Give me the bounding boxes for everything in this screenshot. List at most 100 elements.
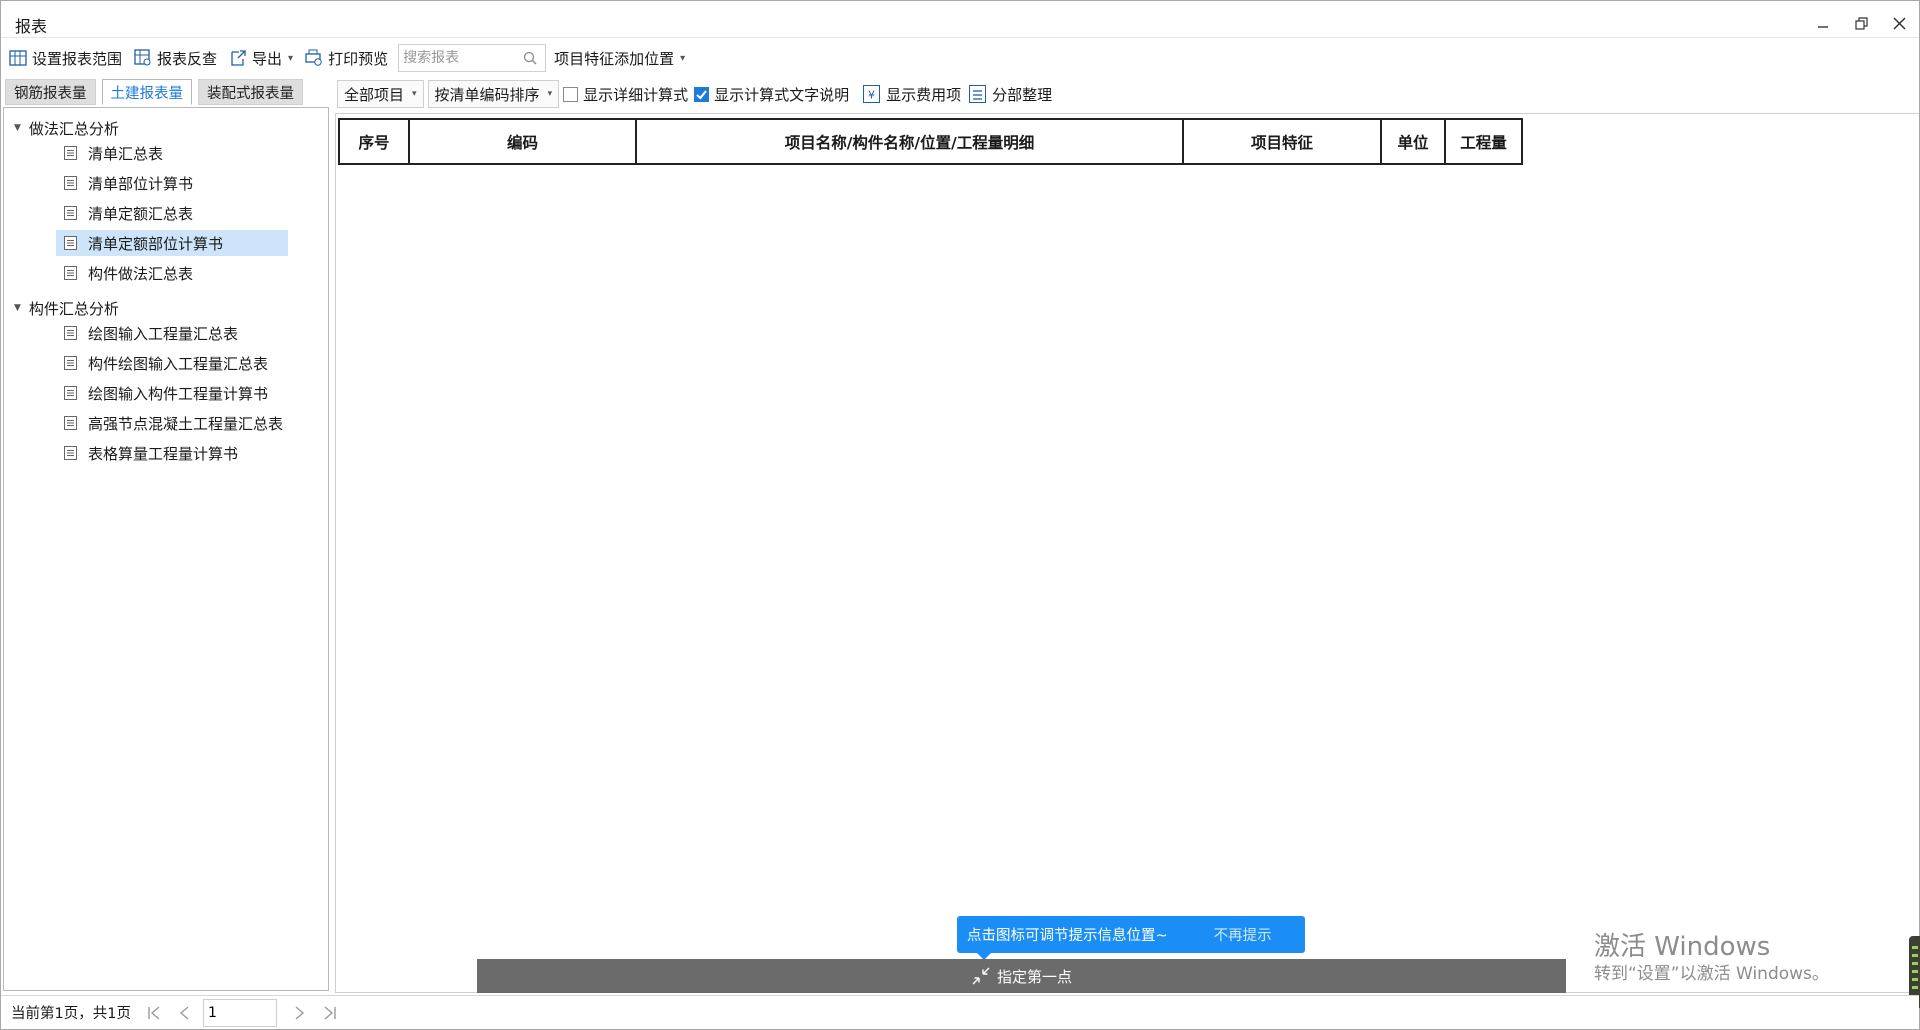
column-header-feature: 项目特征 — [1182, 118, 1382, 165]
restore-icon[interactable] — [1847, 11, 1875, 35]
status-bar: 当前第1页，共1页 — [1, 995, 1919, 1029]
checkbox-checked-icon[interactable] — [694, 86, 710, 102]
tree-item-report[interactable]: 清单定额汇总表 — [56, 200, 288, 226]
column-header-name: 项目名称/构件名称/位置/工程量明细 — [635, 118, 1184, 165]
tab-rebar-report[interactable]: 钢筋报表量 — [5, 79, 96, 105]
chevron-down-icon: ▾ — [680, 52, 686, 64]
next-page-icon[interactable] — [293, 1005, 307, 1021]
document-icon — [64, 416, 77, 430]
tree-group-component[interactable]: ▼ 构件汇总分析 — [14, 296, 119, 320]
title-bar: 报表 — [1, 1, 1919, 38]
tree-item-label: 构件绘图输入工程量汇总表 — [88, 354, 269, 373]
document-icon — [64, 446, 77, 460]
chevron-down-icon: ▾ — [288, 52, 294, 64]
page-info: 当前第1页，共1页 — [11, 1006, 131, 1022]
report-content-area: 序号 编码 项目名称/构件名称/位置/工程量明细 项目特征 单位 工程量 — [335, 113, 1919, 993]
column-header-quantity: 工程量 — [1444, 118, 1523, 165]
tree-item-label: 表格算量工程量计算书 — [88, 444, 239, 463]
tree-item-label: 绘图输入构件工程量计算书 — [88, 384, 269, 403]
first-page-icon[interactable] — [147, 1005, 161, 1021]
tree-item-label: 清单定额汇总表 — [88, 204, 194, 223]
tree-item-label: 清单定额部位计算书 — [88, 234, 224, 253]
set-report-range-button[interactable]: 设置报表范围 — [5, 44, 126, 72]
tree-item-label: 高强节点混凝土工程量汇总表 — [88, 414, 284, 433]
show-formula-text-label: 显示计算式文字说明 — [714, 85, 850, 104]
tree-item-report[interactable]: 清单汇总表 — [56, 140, 288, 166]
tree-item-label: 构件做法汇总表 — [88, 264, 194, 283]
document-icon — [64, 236, 77, 250]
chevron-down-icon: ▾ — [547, 89, 553, 99]
tree-item-report[interactable]: 表格算量工程量计算书 — [56, 440, 288, 466]
feature-position-label: 项目特征添加位置 — [554, 49, 675, 68]
column-header-code: 编码 — [408, 118, 637, 165]
tree-item-report[interactable]: 绘图输入构件工程量计算书 — [56, 380, 288, 406]
svg-text:¥: ¥ — [868, 89, 875, 102]
column-header-seq: 序号 — [338, 118, 410, 165]
tree-item-label: 清单部位计算书 — [88, 174, 194, 193]
document-icon — [64, 206, 77, 220]
sort-dropdown[interactable]: 按清单编码排序 ▾ — [427, 80, 560, 108]
last-page-icon[interactable] — [323, 1005, 337, 1021]
report-table: 序号 编码 项目名称/构件名称/位置/工程量明细 项目特征 单位 工程量 — [338, 118, 1523, 165]
show-formula-text-checkbox[interactable]: 显示计算式文字说明 — [694, 84, 849, 105]
tree-item-report[interactable]: 构件绘图输入工程量汇总表 — [56, 350, 288, 376]
tree-item-report[interactable]: 高强节点混凝土工程量汇总表 — [56, 410, 288, 436]
close-icon[interactable] — [1885, 11, 1913, 35]
report-window: 报表 设置报表范围 报表反查 导出 ▾ 打印预览 搜索报表 项目特征添加位置 ▾… — [0, 0, 1920, 1030]
grid-range-icon — [9, 50, 27, 66]
minimize-icon[interactable] — [1809, 11, 1837, 35]
export-button[interactable]: 导出 ▾ — [225, 44, 297, 72]
print-preview-label: 打印预览 — [328, 49, 389, 68]
show-fee-items-label: 显示费用项 — [886, 85, 962, 104]
tree-item-label: 清单汇总表 — [88, 144, 164, 163]
tree-item-report[interactable]: 构件做法汇总表 — [56, 260, 288, 286]
expand-triangle-icon[interactable]: ▼ — [14, 123, 21, 133]
print-preview-button[interactable]: 打印预览 — [301, 44, 392, 72]
expand-triangle-icon[interactable]: ▼ — [14, 303, 21, 313]
print-preview-icon — [305, 49, 322, 66]
pick-point-bar[interactable]: 指定第一点 — [477, 959, 1566, 993]
shrink-arrows-icon[interactable] — [971, 966, 991, 986]
feature-position-dropdown[interactable]: 项目特征添加位置 ▾ — [550, 44, 689, 72]
report-search-input[interactable] — [399, 46, 518, 70]
scope-value: 全部项目 — [344, 85, 405, 104]
hint-tooltip[interactable]: 点击图标可调节提示信息位置~ 不再提示 — [957, 916, 1305, 960]
report-search-box — [398, 44, 547, 72]
show-detail-formula-checkbox[interactable]: 显示详细计算式 — [563, 84, 688, 105]
report-reverse-check-button[interactable]: 报表反查 — [130, 44, 221, 72]
document-icon — [64, 326, 77, 340]
activation-watermark-title: 激活 Windows — [1594, 932, 1771, 962]
document-icon — [64, 356, 77, 370]
document-icon — [64, 146, 77, 160]
prev-page-icon[interactable] — [177, 1005, 191, 1021]
report-type-tabs: 钢筋报表量 土建报表量 装配式报表量 — [5, 79, 309, 107]
section-organize-icon — [969, 85, 987, 103]
document-icon — [64, 176, 77, 190]
tree-group-label: 做法汇总分析 — [28, 119, 119, 138]
tree-item-report[interactable]: 清单部位计算书 — [56, 170, 288, 196]
report-reverse-check-label: 报表反查 — [157, 49, 218, 68]
tree-item-report-selected[interactable]: 清单定额部位计算书 — [56, 230, 288, 256]
toolbar: 设置报表范围 报表反查 导出 ▾ 打印预览 项目特征添加位置 ▾ — [1, 41, 1919, 75]
sort-value: 按清单编码排序 — [434, 85, 540, 104]
table-header-row: 序号 编码 项目名称/构件名称/位置/工程量明细 项目特征 单位 工程量 — [338, 118, 1523, 165]
report-tree: ▼ 做法汇总分析 清单汇总表 清单部位计算书 清单定额汇总表 清单定额部位计算书… — [3, 107, 329, 991]
export-icon — [231, 50, 246, 66]
hint-text: 点击图标可调节提示信息位置~ — [967, 928, 1168, 944]
tree-item-report[interactable]: 绘图输入工程量汇总表 — [56, 320, 288, 346]
tree-group-practice[interactable]: ▼ 做法汇总分析 — [14, 116, 119, 140]
tree-item-label: 绘图输入工程量汇总表 — [88, 324, 239, 343]
show-detail-formula-label: 显示详细计算式 — [583, 85, 689, 104]
section-organize-button[interactable]: 分部整理 — [969, 84, 1052, 105]
tab-civil-report[interactable]: 土建报表量 — [101, 79, 192, 105]
section-organize-label: 分部整理 — [992, 85, 1053, 104]
show-fee-items-button[interactable]: ¥ 显示费用项 — [863, 84, 961, 105]
checkbox-unchecked-icon[interactable] — [563, 86, 579, 102]
tab-prefab-report[interactable]: 装配式报表量 — [198, 79, 303, 105]
page-number-input[interactable] — [202, 998, 277, 1027]
window-title: 报表 — [15, 17, 48, 36]
scope-dropdown[interactable]: 全部项目 ▾ — [337, 80, 424, 108]
filter-bar: 全部项目 ▾ 按清单编码排序 ▾ 显示详细计算式 显示计算式文字说明 ¥ 显示费… — [337, 79, 1052, 109]
search-icon[interactable] — [523, 51, 537, 65]
dont-show-again-link[interactable]: 不再提示 — [1214, 924, 1272, 945]
